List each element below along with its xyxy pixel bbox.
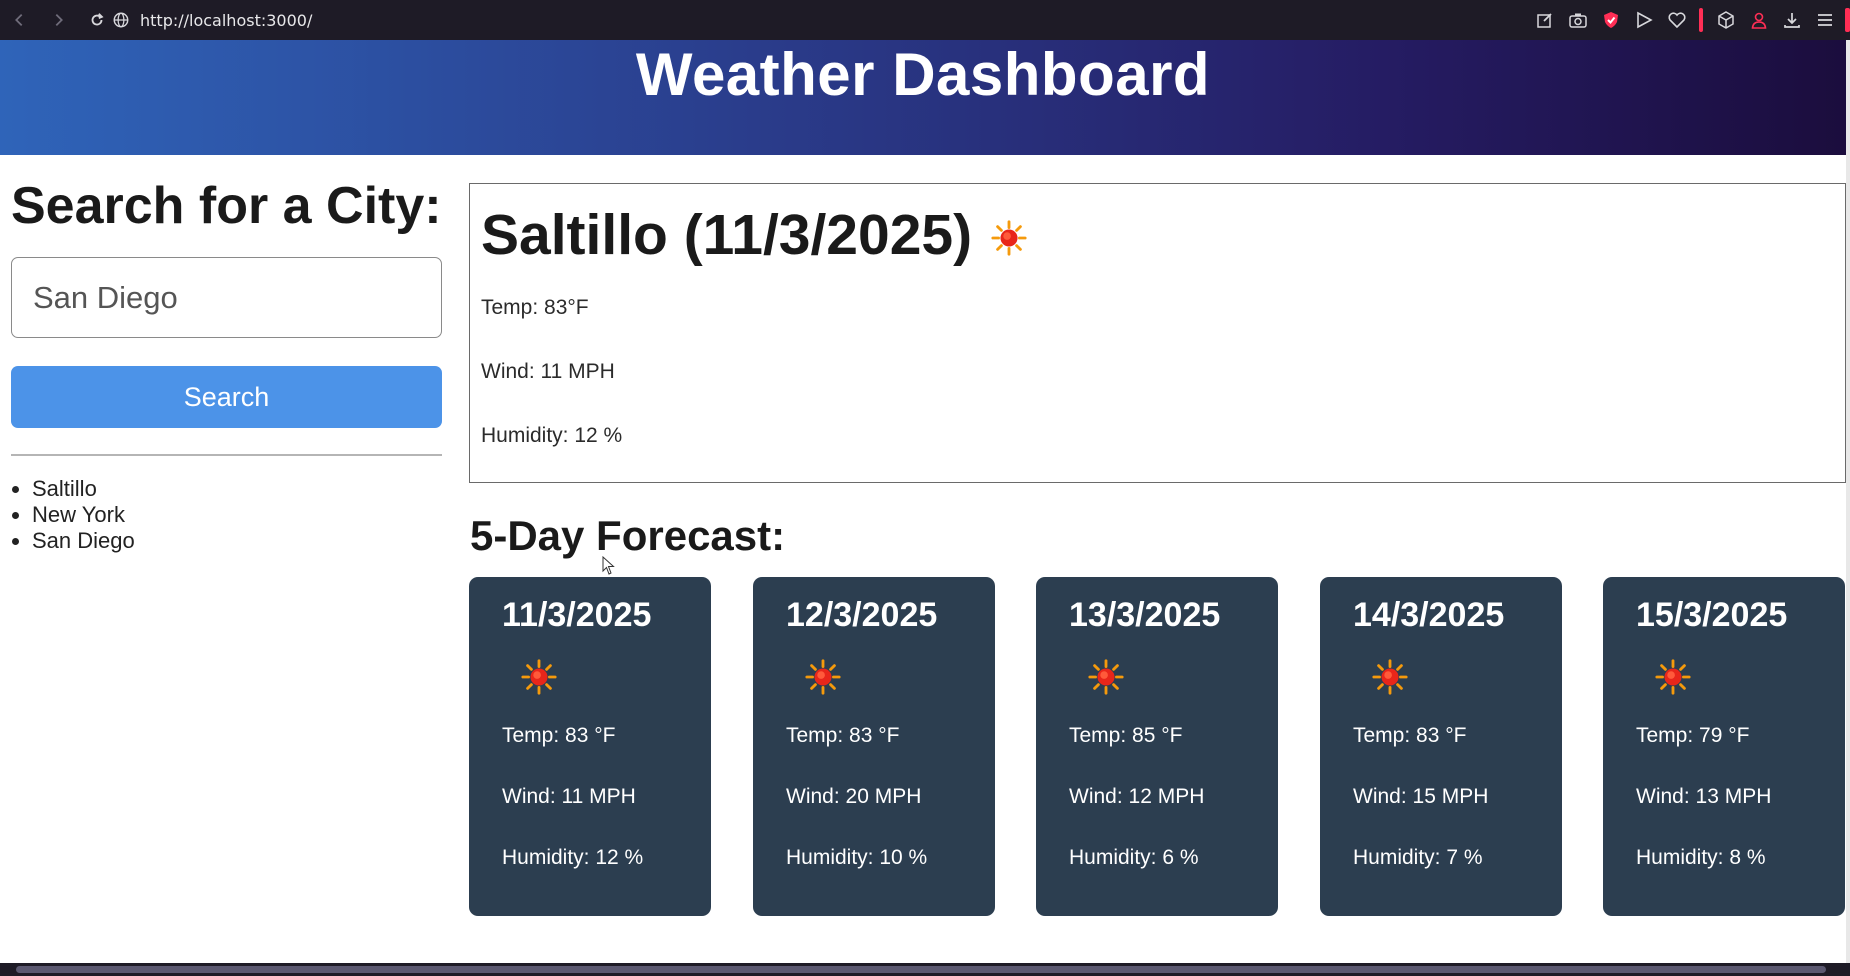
extension-tray: [1528, 0, 1850, 40]
forecast-date: 14/3/2025: [1353, 596, 1505, 634]
app-header: Weather Dashboard: [0, 40, 1846, 155]
send-icon[interactable]: [1627, 0, 1660, 40]
accent-divider: [1699, 8, 1703, 32]
forecast-temp: Temp: 83 °F: [502, 724, 616, 747]
forecast-card: 13/3/2025 Temp: 85 °F Wind: 12 MPH Humid…: [1036, 577, 1278, 916]
globe-icon: [113, 12, 129, 28]
heart-icon[interactable]: [1660, 0, 1693, 40]
forecast-temp: Temp: 79 °F: [1636, 724, 1750, 747]
forecast-heading: 5-Day Forecast:: [470, 512, 786, 559]
current-weather-panel: Saltillo (11/3/2025) Temp: 83°F Wind: 11…: [469, 183, 1846, 483]
forward-icon[interactable]: [46, 7, 72, 33]
sun-icon: [805, 659, 841, 695]
person-icon[interactable]: [1742, 0, 1775, 40]
shield-icon[interactable]: [1594, 0, 1627, 40]
reload-icon[interactable]: [84, 7, 110, 33]
current-temp: Temp: 83°F: [481, 296, 589, 319]
browser-toolbar: http://localhost:3000/: [0, 0, 1850, 40]
mouse-cursor-icon: [602, 556, 615, 575]
search-heading: Search for a City:: [11, 177, 442, 235]
sun-icon: [521, 659, 557, 695]
forecast-card: 12/3/2025 Temp: 83 °F Wind: 20 MPH Humid…: [753, 577, 995, 916]
city-search-input[interactable]: [11, 257, 442, 338]
current-humidity: Humidity: 12 %: [481, 424, 623, 447]
forecast-humidity: Humidity: 6 %: [1069, 846, 1199, 869]
horizontal-scrollbar[interactable]: [0, 963, 1850, 976]
forecast-humidity: Humidity: 12 %: [502, 846, 644, 869]
accent-edge: [1845, 8, 1850, 32]
page-title: Weather Dashboard: [635, 40, 1211, 108]
sun-icon: [1655, 659, 1691, 695]
address-bar[interactable]: http://localhost:3000/: [112, 6, 1512, 34]
sun-icon: [1372, 659, 1408, 695]
forecast-date: 15/3/2025: [1636, 596, 1788, 634]
forecast-date: 12/3/2025: [786, 596, 938, 634]
forecast-temp: Temp: 83 °F: [1353, 724, 1467, 747]
menu-icon[interactable]: [1808, 0, 1841, 40]
divider: [11, 454, 442, 456]
url-text: http://localhost:3000/: [140, 10, 313, 30]
search-button[interactable]: Search: [11, 366, 442, 428]
forecast-wind: Wind: 13 MPH: [1636, 785, 1772, 808]
forecast-card: 11/3/2025 Temp: 83 °F Wind: 11 MPH Humid…: [469, 577, 711, 916]
forecast-date: 11/3/2025: [502, 596, 652, 634]
cube-icon[interactable]: [1709, 0, 1742, 40]
forecast-wind: Wind: 11 MPH: [502, 785, 636, 808]
forecast-humidity: Humidity: 7 %: [1353, 846, 1483, 869]
forecast-temp: Temp: 83 °F: [786, 724, 900, 747]
history-item[interactable]: Saltillo: [32, 476, 443, 502]
history-item[interactable]: San Diego: [32, 528, 443, 554]
search-history-list: Saltillo New York San Diego: [11, 476, 443, 554]
current-city-date: Saltillo (11/3/2025): [481, 203, 973, 267]
forecast-date: 13/3/2025: [1069, 596, 1221, 634]
forecast-humidity: Humidity: 8 %: [1636, 846, 1766, 869]
history-item[interactable]: New York: [32, 502, 443, 528]
current-weather-title: Saltillo (11/3/2025): [481, 204, 1834, 266]
forecast-card: 14/3/2025 Temp: 83 °F Wind: 15 MPH Humid…: [1320, 577, 1562, 916]
forecast-wind: Wind: 15 MPH: [1353, 785, 1489, 808]
forecast-wind: Wind: 12 MPH: [1069, 785, 1205, 808]
camera-icon[interactable]: [1561, 0, 1594, 40]
scrollbar-thumb[interactable]: [16, 966, 1826, 973]
sun-icon: [991, 220, 1027, 256]
forecast-temp: Temp: 85 °F: [1069, 724, 1183, 747]
sun-icon: [1088, 659, 1124, 695]
current-wind: Wind: 11 MPH: [481, 360, 615, 383]
search-sidebar: Search for a City: Search Saltillo New Y…: [11, 170, 443, 554]
back-icon[interactable]: [6, 7, 32, 33]
edit-icon[interactable]: [1528, 0, 1561, 40]
forecast-wind: Wind: 20 MPH: [786, 785, 922, 808]
vertical-scrollbar[interactable]: [1846, 40, 1850, 963]
forecast-card: 15/3/2025 Temp: 79 °F Wind: 13 MPH Humid…: [1603, 577, 1845, 916]
forecast-humidity: Humidity: 10 %: [786, 846, 928, 869]
download-icon[interactable]: [1775, 0, 1808, 40]
